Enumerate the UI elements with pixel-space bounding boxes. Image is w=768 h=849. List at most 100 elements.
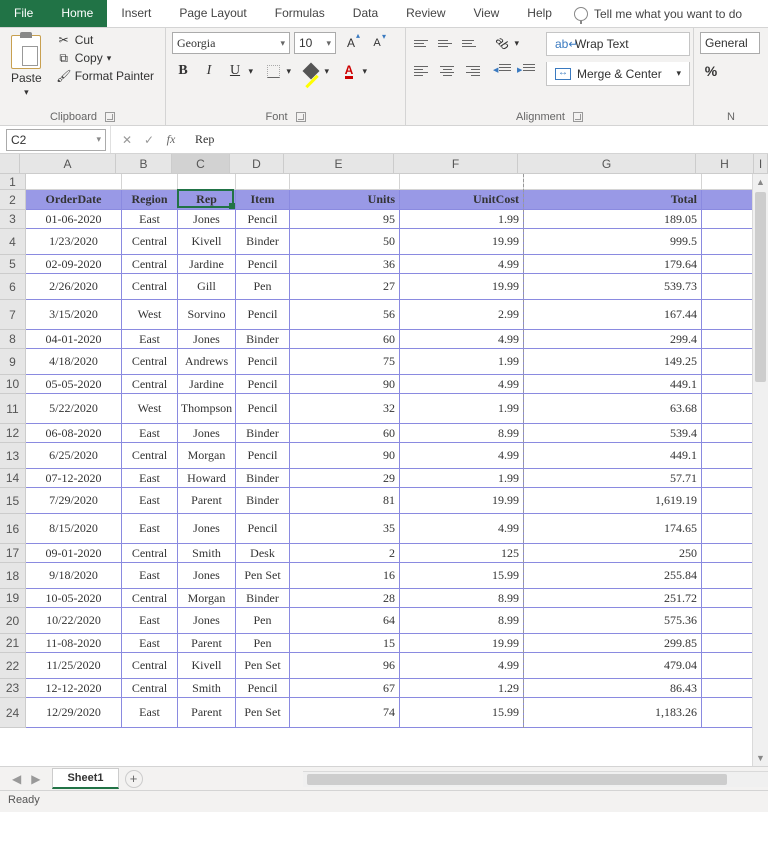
cell-A17[interactable]: 09-01-2020 bbox=[26, 544, 122, 563]
cell-A18[interactable]: 9/18/2020 bbox=[26, 563, 122, 589]
row-header-8[interactable]: 8 bbox=[0, 330, 26, 349]
cell-C21[interactable]: Parent bbox=[178, 634, 236, 653]
cell-C3[interactable]: Jones bbox=[178, 210, 236, 229]
cell-A7[interactable]: 3/15/2020 bbox=[26, 300, 122, 330]
cell-E9[interactable]: 75 bbox=[290, 349, 400, 375]
cell-B19[interactable]: Central bbox=[122, 589, 178, 608]
cell-A4[interactable]: 1/23/2020 bbox=[26, 229, 122, 255]
column-header-B[interactable]: B bbox=[116, 154, 172, 173]
formula-input[interactable]: Rep bbox=[187, 132, 768, 147]
cell-D16[interactable]: Pencil bbox=[236, 514, 290, 544]
cell-F11[interactable]: 1.99 bbox=[400, 394, 524, 424]
tab-view[interactable]: View bbox=[460, 0, 514, 27]
cell-E22[interactable]: 96 bbox=[290, 653, 400, 679]
cell-B21[interactable]: East bbox=[122, 634, 178, 653]
column-header-H[interactable]: H bbox=[696, 154, 754, 173]
percent-button[interactable]: % bbox=[700, 60, 722, 82]
font-color-button[interactable]: A▾ bbox=[338, 60, 360, 82]
select-all-corner[interactable] bbox=[0, 154, 20, 173]
cell-F20[interactable]: 8.99 bbox=[400, 608, 524, 634]
cell-G14[interactable]: 57.71 bbox=[524, 469, 702, 488]
cell-G8[interactable]: 299.4 bbox=[524, 330, 702, 349]
underline-button[interactable]: U▾ bbox=[224, 60, 246, 82]
cell-A1[interactable] bbox=[26, 174, 122, 190]
cell-F24[interactable]: 15.99 bbox=[400, 698, 524, 728]
cell-G5[interactable]: 179.64 bbox=[524, 255, 702, 274]
increase-font-button[interactable]: A bbox=[340, 32, 362, 54]
column-header-E[interactable]: E bbox=[284, 154, 394, 173]
cell-F8[interactable]: 4.99 bbox=[400, 330, 524, 349]
cell-B8[interactable]: East bbox=[122, 330, 178, 349]
cell-C11[interactable]: Thompson bbox=[178, 394, 236, 424]
tab-insert[interactable]: Insert bbox=[107, 0, 165, 27]
tell-me-search[interactable]: Tell me what you want to do bbox=[574, 0, 742, 27]
cell-D23[interactable]: Pencil bbox=[236, 679, 290, 698]
cell-D18[interactable]: Pen Set bbox=[236, 563, 290, 589]
row-header-10[interactable]: 10 bbox=[0, 375, 26, 394]
cell-E7[interactable]: 56 bbox=[290, 300, 400, 330]
fx-icon[interactable]: fx bbox=[161, 130, 181, 150]
cell-G7[interactable]: 167.44 bbox=[524, 300, 702, 330]
scroll-up-button[interactable]: ▲ bbox=[753, 174, 768, 190]
cell-F6[interactable]: 19.99 bbox=[400, 274, 524, 300]
row-header-5[interactable]: 5 bbox=[0, 255, 26, 274]
cell-D19[interactable]: Binder bbox=[236, 589, 290, 608]
cell-C12[interactable]: Jones bbox=[178, 424, 236, 443]
cell-B14[interactable]: East bbox=[122, 469, 178, 488]
cell-A10[interactable]: 05-05-2020 bbox=[26, 375, 122, 394]
cell-C19[interactable]: Morgan bbox=[178, 589, 236, 608]
cell-A5[interactable]: 02-09-2020 bbox=[26, 255, 122, 274]
orientation-button[interactable]: ab▾ bbox=[492, 32, 514, 54]
align-middle-button[interactable] bbox=[436, 32, 458, 54]
merge-center-button[interactable]: Merge & Center▾ bbox=[546, 62, 690, 86]
cell-B3[interactable]: East bbox=[122, 210, 178, 229]
cell-G20[interactable]: 575.36 bbox=[524, 608, 702, 634]
cell-F5[interactable]: 4.99 bbox=[400, 255, 524, 274]
cell-A11[interactable]: 5/22/2020 bbox=[26, 394, 122, 424]
scroll-down-button[interactable]: ▼ bbox=[753, 750, 768, 766]
cell-F12[interactable]: 8.99 bbox=[400, 424, 524, 443]
row-header-24[interactable]: 24 bbox=[0, 698, 26, 728]
cell-A20[interactable]: 10/22/2020 bbox=[26, 608, 122, 634]
cell-F14[interactable]: 1.99 bbox=[400, 469, 524, 488]
cell-B9[interactable]: Central bbox=[122, 349, 178, 375]
name-box[interactable]: C2▾ bbox=[6, 129, 106, 151]
horizontal-scrollbar[interactable] bbox=[303, 771, 768, 787]
cell-C4[interactable]: Kivell bbox=[178, 229, 236, 255]
wrap-text-button[interactable]: ab↵Wrap Text bbox=[546, 32, 690, 56]
row-header-19[interactable]: 19 bbox=[0, 589, 26, 608]
cell-E14[interactable]: 29 bbox=[290, 469, 400, 488]
cell-B12[interactable]: East bbox=[122, 424, 178, 443]
cell-B16[interactable]: East bbox=[122, 514, 178, 544]
cell-F15[interactable]: 19.99 bbox=[400, 488, 524, 514]
tab-formulas[interactable]: Formulas bbox=[261, 0, 339, 27]
row-header-15[interactable]: 15 bbox=[0, 488, 26, 514]
cut-button[interactable]: ✂Cut bbox=[53, 32, 158, 48]
cell-D24[interactable]: Pen Set bbox=[236, 698, 290, 728]
cell-F18[interactable]: 15.99 bbox=[400, 563, 524, 589]
cell-A3[interactable]: 01-06-2020 bbox=[26, 210, 122, 229]
column-header-A[interactable]: A bbox=[20, 154, 116, 173]
cell-G22[interactable]: 479.04 bbox=[524, 653, 702, 679]
cell-D21[interactable]: Pen bbox=[236, 634, 290, 653]
cell-E19[interactable]: 28 bbox=[290, 589, 400, 608]
cell-E15[interactable]: 81 bbox=[290, 488, 400, 514]
cell-G21[interactable]: 299.85 bbox=[524, 634, 702, 653]
cell-G3[interactable]: 189.05 bbox=[524, 210, 702, 229]
cell-G4[interactable]: 999.5 bbox=[524, 229, 702, 255]
cell-F2[interactable]: UnitCost bbox=[400, 190, 524, 210]
cell-C10[interactable]: Jardine bbox=[178, 375, 236, 394]
cell-C6[interactable]: Gill bbox=[178, 274, 236, 300]
align-bottom-button[interactable] bbox=[460, 32, 482, 54]
enter-formula-button[interactable]: ✓ bbox=[139, 130, 159, 150]
row-header-4[interactable]: 4 bbox=[0, 229, 26, 255]
cell-G2[interactable]: Total bbox=[524, 190, 702, 210]
tab-data[interactable]: Data bbox=[339, 0, 392, 27]
cancel-formula-button[interactable]: ✕ bbox=[117, 130, 137, 150]
tab-file[interactable]: File bbox=[0, 0, 47, 27]
tab-home[interactable]: Home bbox=[47, 0, 107, 27]
cell-C15[interactable]: Parent bbox=[178, 488, 236, 514]
cell-E18[interactable]: 16 bbox=[290, 563, 400, 589]
borders-button[interactable]: ▾ bbox=[262, 60, 284, 82]
column-header-F[interactable]: F bbox=[394, 154, 518, 173]
